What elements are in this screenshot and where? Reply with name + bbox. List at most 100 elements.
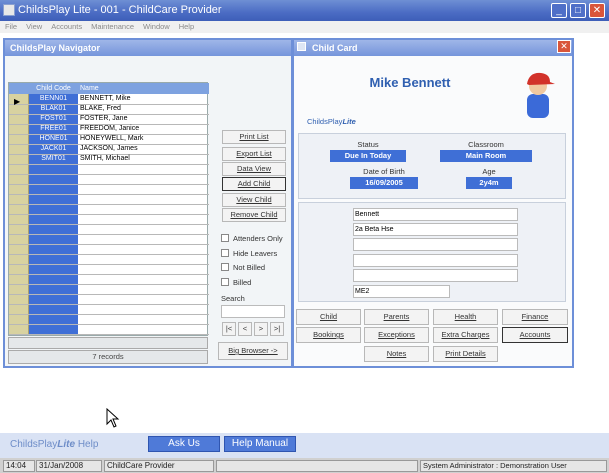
menu-file[interactable]: File	[5, 22, 17, 31]
col-name[interactable]: Name	[80, 83, 99, 94]
grid-header: Child Code Name	[9, 83, 209, 94]
health-button[interactable]: Health	[433, 309, 498, 325]
table-row[interactable]: FOST01 FOSTER, Jane	[9, 114, 209, 124]
child-code-cell: BLAK01	[40, 105, 67, 112]
menu-window[interactable]: Window	[143, 22, 170, 31]
window-titlebar: ChildsPlay Lite - 001 - ChildCare Provid…	[0, 0, 609, 21]
postcode-field[interactable]: ME2	[353, 285, 450, 298]
child-name-cell: HONEYWELL, Mark	[80, 135, 144, 142]
table-row[interactable]: BLAK01 BLAKE, Fred	[9, 104, 209, 114]
export-list-button[interactable]: Export List	[222, 147, 286, 161]
child-name-cell: FOSTER, Jane	[80, 115, 128, 122]
attenders-only-checkbox[interactable]	[221, 234, 229, 242]
address-line-5[interactable]	[353, 269, 518, 282]
child-code-cell: HONE01	[39, 135, 68, 142]
address-line-4[interactable]	[353, 254, 518, 267]
prev-record-button[interactable]: <	[238, 322, 252, 336]
menu-help[interactable]: Help	[179, 22, 194, 31]
finance-button[interactable]: Finance	[502, 309, 568, 325]
classroom-label: Classroom	[468, 140, 504, 149]
table-row[interactable]: FREE01 FREEDOM, Janice	[9, 124, 209, 134]
help-brand: ChildsPlayLite Help	[10, 439, 99, 450]
address-line-2[interactable]: 2a Beta Hse	[353, 223, 518, 236]
child-code-cell: JACK01	[40, 145, 67, 152]
col-child-code[interactable]: Child Code	[29, 83, 78, 94]
close-button[interactable]: ✕	[589, 3, 605, 18]
ask-us-button[interactable]: Ask Us	[148, 436, 220, 452]
brand-logo: ChildsPlayLite	[307, 117, 356, 126]
child-name: Mike Bennett	[369, 75, 451, 90]
search-input[interactable]	[221, 305, 285, 318]
not-billed-checkbox[interactable]	[221, 263, 229, 271]
table-row[interactable]: HONE01 HONEYWELL, Mark	[9, 134, 209, 144]
child-name-cell: BENNETT, Mike	[80, 95, 131, 102]
add-child-button[interactable]: Add Child	[222, 177, 286, 191]
exceptions-button[interactable]: Exceptions	[364, 327, 429, 343]
accounts-button[interactable]: Accounts	[502, 327, 568, 343]
status-value: Due In Today	[330, 150, 406, 162]
navigator-title: ChildsPlay Navigator	[5, 40, 291, 56]
first-record-button[interactable]: |<	[222, 322, 236, 336]
child-code-cell: FOST01	[40, 115, 67, 122]
child-card-title: Child Card	[294, 40, 572, 56]
table-row[interactable]: BENN01 BENNETT, Mike	[9, 94, 209, 104]
child-avatar-icon	[527, 72, 555, 118]
billed-checkbox[interactable]	[221, 278, 229, 286]
age-label: Age	[482, 167, 496, 176]
card-close-icon[interactable]: ✕	[557, 40, 571, 53]
records-count: 7 records	[8, 350, 208, 364]
menu-accounts[interactable]: Accounts	[51, 22, 82, 31]
remove-child-button[interactable]: Remove Child	[222, 208, 286, 222]
minimize-button[interactable]: _	[551, 3, 567, 18]
address-line-3[interactable]	[353, 238, 518, 251]
status-provider: ChildCare Provider	[104, 460, 214, 472]
status-spacer	[216, 460, 418, 472]
status-label: Status	[357, 140, 379, 149]
menu-bar: File View Accounts Maintenance Window Help	[0, 21, 609, 33]
menu-view[interactable]: View	[26, 22, 42, 31]
child-name-cell: SMITH, Michael	[80, 155, 130, 162]
child-code-cell: BENN01	[39, 95, 68, 102]
status-time: 14:04	[3, 460, 35, 472]
card-icon	[297, 42, 306, 51]
window-title: ChildsPlay Lite - 001 - ChildCare Provid…	[18, 4, 222, 16]
search-label: Search	[221, 294, 245, 303]
view-child-button[interactable]: View Child	[222, 193, 286, 207]
status-user: System Administrator : Demonstration Use…	[420, 460, 607, 472]
address-line-1[interactable]: Bennett	[353, 208, 518, 221]
table-row[interactable]: JACK01 JACKSON, James	[9, 144, 209, 154]
hide-leavers-checkbox[interactable]	[221, 249, 229, 257]
dob-value: 16/09/2005	[350, 177, 418, 189]
child-name-cell: BLAKE, Fred	[80, 105, 121, 112]
mouse-cursor-icon	[106, 408, 120, 428]
next-record-button[interactable]: >	[254, 322, 268, 336]
parents-button[interactable]: Parents	[364, 309, 429, 325]
hide-leavers-label: Hide Leavers	[233, 249, 278, 258]
billed-label: Billed	[233, 278, 252, 287]
child-tab-button[interactable]: Child	[296, 309, 361, 325]
print-list-button[interactable]: Print List	[222, 130, 286, 144]
child-grid[interactable]: Child Code Name BENN01 BENNETT, Mike BLAK0…	[8, 82, 209, 336]
maximize-button[interactable]: □	[570, 3, 586, 18]
big-browser-button[interactable]: Big Browser ->	[218, 342, 288, 360]
app-icon[interactable]	[3, 4, 15, 16]
child-name-cell: FREEDOM, Janice	[80, 125, 140, 132]
attenders-only-label: Attenders Only	[233, 234, 283, 243]
notes-button[interactable]: Notes	[364, 346, 429, 362]
child-name-cell: JACKSON, James	[80, 145, 138, 152]
menu-maintenance[interactable]: Maintenance	[91, 22, 134, 31]
dob-label: Date of Birth	[363, 167, 405, 176]
not-billed-label: Not Billed	[233, 263, 266, 272]
data-view-button[interactable]: Data View	[222, 162, 286, 176]
child-code-cell: SMIT01	[41, 155, 66, 162]
print-details-button[interactable]: Print Details	[433, 346, 498, 362]
age-value: 2y4m	[466, 177, 512, 189]
current-row-icon: ▶	[14, 97, 21, 106]
classroom-value: Main Room	[440, 150, 532, 162]
help-manual-button[interactable]: Help Manual	[224, 436, 296, 452]
bookings-button[interactable]: Bookings	[296, 327, 361, 343]
table-row[interactable]: SMIT01 SMITH, Michael	[9, 154, 209, 164]
extra-charges-button[interactable]: Extra Charges	[433, 327, 498, 343]
last-record-button[interactable]: >|	[270, 322, 284, 336]
status-date: 31/Jan/2008	[36, 460, 102, 472]
